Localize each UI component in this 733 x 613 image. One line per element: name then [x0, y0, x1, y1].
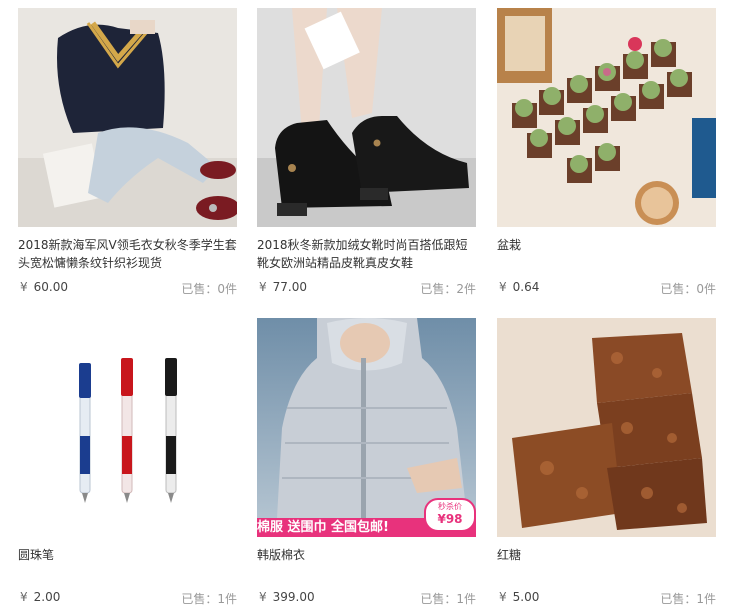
sold-label: 已售： — [420, 592, 457, 606]
sold-value: 2件 — [456, 282, 476, 296]
sold-count: 已售：1件 — [420, 590, 476, 607]
sold-label: 已售： — [181, 282, 218, 296]
badge-price: ¥98 — [437, 512, 463, 526]
product-card[interactable]: 盆栽 ¥0.64 已售：0件 — [497, 8, 716, 300]
product-title[interactable]: 2018新款海军风V领毛衣女秋冬季学生套头宽松慵懒条纹针织衫现货 — [18, 236, 237, 272]
price-value: 399.00 — [272, 590, 315, 604]
sold-label: 已售： — [420, 282, 457, 296]
product-price: ¥0.64 — [499, 280, 539, 294]
product-meta: ¥77.00 已售：2件 — [257, 280, 476, 300]
sold-value: 1件 — [217, 592, 237, 606]
product-image-brown-sugar[interactable] — [497, 318, 716, 537]
product-price: ¥60.00 — [20, 280, 68, 294]
product-price: ¥5.00 — [499, 590, 539, 604]
product-meta: ¥399.00 已售：1件 — [257, 590, 476, 610]
product-image-boots[interactable] — [257, 8, 476, 227]
price-badge: 秒杀价 ¥98 — [424, 498, 476, 532]
price-value: 5.00 — [512, 590, 540, 604]
price-value: 77.00 — [272, 280, 307, 294]
sold-value: 1件 — [696, 592, 716, 606]
product-image-jacket[interactable]: 棉服 送围巾 全国包邮! 秒杀价 ¥98 — [257, 318, 476, 537]
sold-count: 已售：1件 — [660, 590, 716, 607]
currency-symbol: ¥ — [499, 280, 507, 294]
product-price: ¥2.00 — [20, 590, 60, 604]
sold-label: 已售： — [181, 592, 218, 606]
product-title[interactable]: 2018秋冬新款加绒女靴时尚百搭低跟短靴女欧洲站精品皮靴真皮女鞋 — [257, 236, 476, 272]
currency-symbol: ¥ — [259, 590, 267, 604]
sold-value: 0件 — [696, 282, 716, 296]
sold-value: 0件 — [217, 282, 237, 296]
product-image-pens[interactable] — [18, 318, 237, 537]
product-title[interactable]: 盆栽 — [497, 236, 716, 272]
sold-count: 已售：2件 — [420, 280, 476, 297]
product-card[interactable]: 2018秋冬新款加绒女靴时尚百搭低跟短靴女欧洲站精品皮靴真皮女鞋 ¥77.00 … — [257, 8, 476, 300]
currency-symbol: ¥ — [499, 590, 507, 604]
sold-count: 已售：0件 — [660, 280, 716, 297]
badge-label: 秒杀价 — [438, 502, 462, 511]
sold-count: 已售：1件 — [181, 590, 237, 607]
price-value: 2.00 — [33, 590, 61, 604]
product-price: ¥399.00 — [259, 590, 315, 604]
price-value: 0.64 — [512, 280, 540, 294]
product-image-succulents[interactable] — [497, 8, 716, 227]
product-card[interactable]: 2018新款海军风V领毛衣女秋冬季学生套头宽松慵懒条纹针织衫现货 ¥60.00 … — [18, 8, 237, 300]
price-value: 60.00 — [33, 280, 68, 294]
product-card[interactable]: 红糖 ¥5.00 已售：1件 — [497, 318, 716, 610]
sold-count: 已售：0件 — [181, 280, 237, 297]
product-image-sweater[interactable] — [18, 8, 237, 227]
currency-symbol: ¥ — [259, 280, 267, 294]
product-title[interactable]: 圆珠笔 — [18, 546, 237, 582]
product-meta: ¥0.64 已售：0件 — [497, 280, 716, 300]
sold-label: 已售： — [660, 592, 697, 606]
product-card[interactable]: 圆珠笔 ¥2.00 已售：1件 — [18, 318, 237, 610]
product-meta: ¥5.00 已售：1件 — [497, 590, 716, 610]
product-grid: 2018新款海军风V领毛衣女秋冬季学生套头宽松慵懒条纹针织衫现货 ¥60.00 … — [0, 0, 733, 613]
product-title[interactable]: 红糖 — [497, 546, 716, 582]
currency-symbol: ¥ — [20, 590, 28, 604]
sold-value: 1件 — [456, 592, 476, 606]
product-title[interactable]: 韩版棉衣 — [257, 546, 476, 582]
sold-label: 已售： — [660, 282, 697, 296]
currency-symbol: ¥ — [20, 280, 28, 294]
product-card[interactable]: 棉服 送围巾 全国包邮! 秒杀价 ¥98 韩版棉衣 ¥399.00 已售：1件 — [257, 318, 476, 610]
product-price: ¥77.00 — [259, 280, 307, 294]
product-meta: ¥60.00 已售：0件 — [18, 280, 237, 300]
product-meta: ¥2.00 已售：1件 — [18, 590, 237, 610]
